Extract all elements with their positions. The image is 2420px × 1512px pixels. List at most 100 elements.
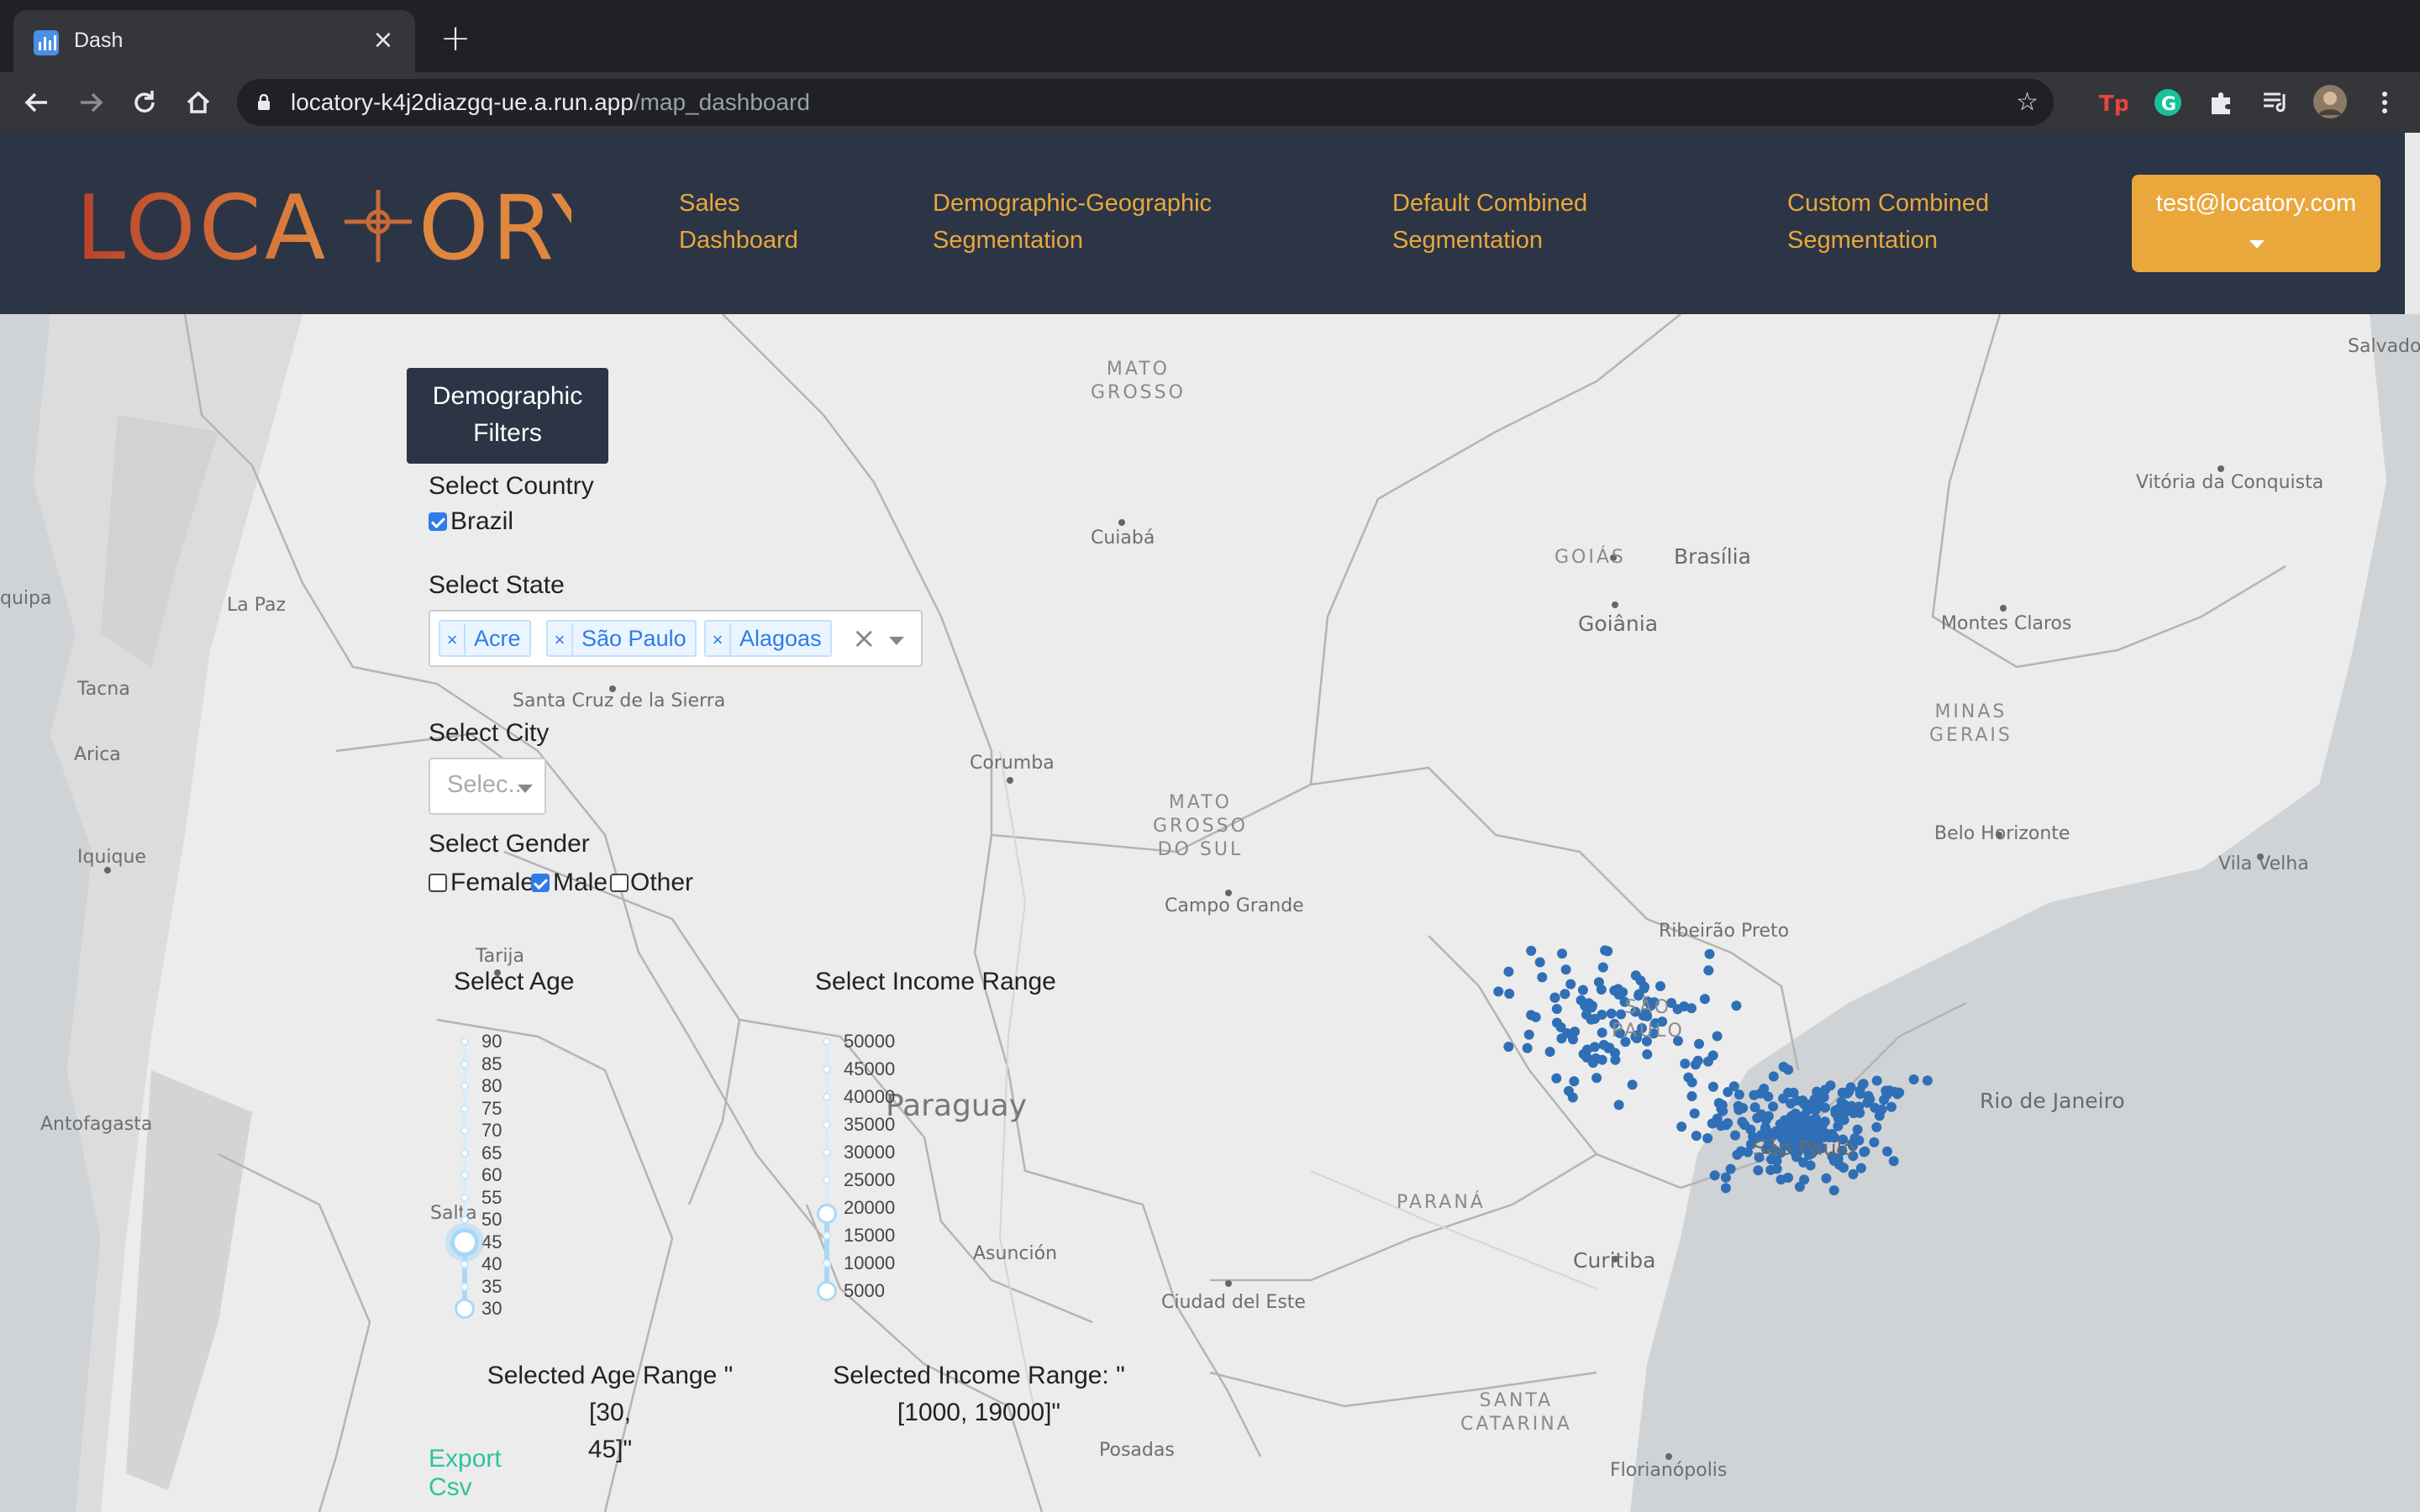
city-select[interactable]: Selec... (429, 758, 546, 815)
sales-point[interactable] (1842, 1088, 1853, 1099)
sales-point[interactable] (1778, 1062, 1789, 1072)
sales-point[interactable] (1691, 1131, 1702, 1142)
sales-point[interactable] (1604, 1042, 1615, 1053)
sales-point[interactable] (1735, 1146, 1746, 1157)
sales-point[interactable] (1881, 1085, 1891, 1096)
sales-point[interactable] (1597, 1054, 1607, 1065)
sales-point[interactable] (1869, 1137, 1880, 1147)
sales-point[interactable] (1765, 1164, 1776, 1175)
sales-point[interactable] (1712, 1031, 1723, 1042)
sales-point[interactable] (1560, 989, 1570, 1000)
sales-point[interactable] (1709, 1170, 1720, 1181)
country-brazil-checkbox[interactable] (429, 512, 447, 531)
sales-point[interactable] (1549, 992, 1560, 1003)
extensions-puzzle-icon[interactable] (2207, 87, 2237, 118)
sales-point[interactable] (1720, 1172, 1731, 1183)
sales-point[interactable] (1848, 1168, 1859, 1179)
sales-point[interactable] (1544, 1047, 1555, 1058)
sales-point[interactable] (1854, 1135, 1865, 1146)
sales-point[interactable] (1686, 1003, 1697, 1014)
sales-point[interactable] (1683, 1072, 1694, 1083)
sales-point[interactable] (1676, 1121, 1687, 1132)
gender-female-checkbox[interactable] (429, 874, 447, 892)
sales-point[interactable] (1630, 970, 1641, 981)
sales-point[interactable] (1597, 962, 1608, 973)
sales-point[interactable] (1597, 1027, 1607, 1038)
sales-point[interactable] (1871, 1075, 1882, 1086)
state-multiselect[interactable]: × Acre × São Paulo × Alagoas × (429, 610, 923, 667)
sales-point[interactable] (1522, 1042, 1533, 1053)
sales-point[interactable] (1830, 1105, 1841, 1116)
browser-tab[interactable]: Dash × (13, 10, 415, 72)
new-tab-icon[interactable]: + (435, 18, 476, 59)
sales-point[interactable] (1703, 965, 1714, 976)
sales-point[interactable] (1537, 972, 1548, 983)
sales-point[interactable] (1768, 1101, 1779, 1112)
dropdown-arrow-icon[interactable] (889, 637, 904, 645)
sales-point[interactable] (1600, 945, 1611, 956)
back-icon[interactable] (18, 84, 55, 121)
sales-point[interactable] (1760, 1123, 1770, 1134)
sales-point[interactable] (1690, 1059, 1701, 1070)
sales-point[interactable] (1576, 995, 1586, 1005)
sales-point[interactable] (1612, 984, 1623, 995)
sales-point[interactable] (1704, 948, 1715, 959)
sales-point[interactable] (1886, 1101, 1897, 1112)
sales-point[interactable] (1894, 1087, 1905, 1098)
clear-all-icon[interactable]: × (852, 622, 876, 655)
sales-point[interactable] (1794, 1181, 1805, 1192)
sales-point[interactable] (1504, 989, 1515, 999)
sales-point[interactable] (1716, 1121, 1727, 1131)
sales-point[interactable] (1642, 1049, 1653, 1060)
sales-point[interactable] (1655, 981, 1665, 991)
remove-tag-icon[interactable]: × (548, 623, 573, 657)
sales-point[interactable] (1560, 964, 1571, 975)
sales-point[interactable] (1763, 1110, 1774, 1121)
sales-point[interactable] (1627, 1079, 1638, 1090)
sales-point[interactable] (1839, 1163, 1849, 1173)
sales-point[interactable] (1863, 1090, 1874, 1101)
sales-point[interactable] (1597, 1010, 1607, 1020)
export-csv-link[interactable]: Export Csv (429, 1445, 502, 1502)
sales-point[interactable] (1888, 1156, 1899, 1167)
home-icon[interactable] (180, 84, 217, 121)
sales-point[interactable] (1699, 994, 1710, 1005)
sales-point[interactable] (1725, 1163, 1736, 1174)
sales-point[interactable] (1503, 1042, 1514, 1053)
sales-point[interactable] (1639, 983, 1649, 994)
remove-tag-icon[interactable]: × (440, 623, 466, 657)
gender-male-checkbox[interactable] (531, 874, 550, 892)
age-handle-min[interactable] (455, 1299, 475, 1319)
sales-point[interactable] (1848, 1108, 1859, 1119)
sales-point[interactable] (1591, 1073, 1602, 1084)
sales-point[interactable] (1836, 1096, 1847, 1107)
sales-point[interactable] (1731, 1000, 1742, 1011)
sales-point[interactable] (1809, 1094, 1820, 1105)
sales-point[interactable] (1728, 1081, 1739, 1092)
sales-point[interactable] (1613, 1100, 1624, 1110)
media-queue-icon[interactable] (2260, 87, 2291, 118)
sales-point[interactable] (1565, 979, 1576, 990)
sales-point[interactable] (1586, 1014, 1597, 1025)
sales-point[interactable] (1730, 1130, 1740, 1141)
sales-point[interactable] (1871, 1121, 1882, 1132)
profile-avatar[interactable] (2312, 84, 2348, 119)
dropdown-arrow-icon[interactable] (518, 785, 533, 793)
sales-point[interactable] (1551, 1073, 1562, 1084)
nav-sales-dashboard[interactable]: Sales Dashboard (679, 185, 798, 259)
sales-point[interactable] (1707, 1081, 1718, 1092)
sales-point[interactable] (1807, 1104, 1818, 1115)
sales-point[interactable] (1882, 1146, 1892, 1157)
sales-point[interactable] (1804, 1124, 1815, 1135)
sales-point[interactable] (1855, 1163, 1866, 1173)
sales-point[interactable] (1733, 1100, 1744, 1111)
sales-point[interactable] (1551, 1017, 1562, 1028)
sales-point[interactable] (1737, 1116, 1748, 1127)
sales-point[interactable] (1530, 1011, 1541, 1022)
sales-point[interactable] (1860, 1146, 1870, 1157)
sales-point[interactable] (1825, 1080, 1836, 1091)
bookmark-star-icon[interactable]: ☆ (2016, 87, 2039, 117)
sales-point[interactable] (1493, 986, 1504, 997)
grammarly-icon[interactable]: G (2153, 87, 2183, 118)
sales-point[interactable] (1768, 1071, 1779, 1082)
